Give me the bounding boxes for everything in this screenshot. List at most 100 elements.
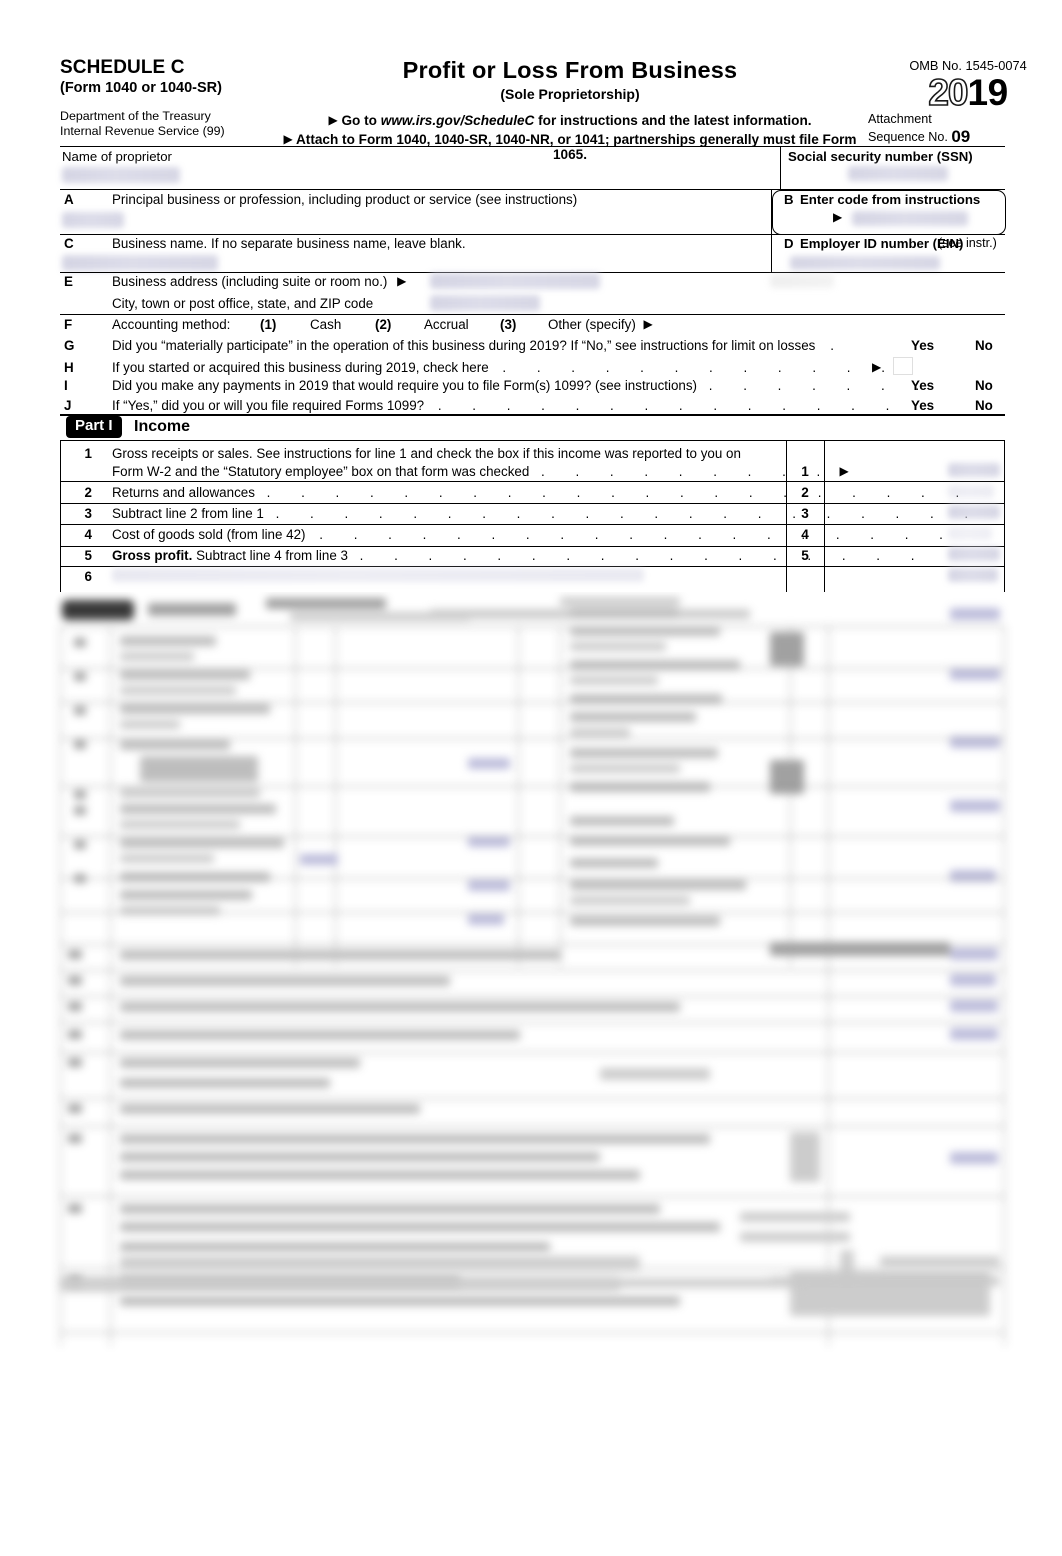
sequence-number: 09 (951, 127, 971, 147)
line-i-dot-leader: . . . . . . . (708, 378, 933, 393)
line-5-label: Subtract line 4 from line 3 (196, 548, 348, 563)
line-1-text-2-label: Form W-2 and the “Statutory employee” bo… (112, 464, 530, 479)
line-d-letter: D (784, 236, 794, 251)
sequence-label: Sequence No. (868, 130, 948, 145)
line-2-box-number: 2 (801, 485, 809, 500)
line-3-box-number: 3 (801, 506, 809, 521)
goto-prefix: Go to (341, 112, 377, 128)
line-f-text: Accounting method: (112, 317, 231, 332)
line-b-value-redacted[interactable] (852, 211, 968, 226)
line-i-no-label[interactable]: No (975, 378, 993, 393)
line-5-dot-leader: . . . . . . . . . . . . . . . . . (359, 548, 928, 563)
line-2-text: Returns and allowances . . . . . . . . .… (112, 485, 973, 500)
obscured-footer-content (0, 1190, 1062, 1360)
line-j-no-label[interactable]: No (975, 398, 993, 413)
line-f-option-3-text: Other (specify) (548, 317, 636, 332)
line-e-letter: E (64, 274, 73, 289)
line-g-yes-label[interactable]: Yes (911, 338, 934, 353)
line-e-text-label: Business address (including suite or roo… (112, 274, 388, 289)
line-f-option-2-label: Accrual (424, 317, 469, 332)
goto-suffix: for instructions and the latest informat… (538, 112, 812, 128)
line-6-text-redacted (112, 568, 644, 582)
line-c-value-redacted[interactable] (62, 255, 218, 271)
part-1-title: Income (134, 418, 191, 435)
line-d-value-redacted[interactable] (790, 256, 940, 270)
tax-year-digits: 19 (967, 72, 1009, 113)
line-g-dot-leader: . (819, 338, 842, 353)
line-h-question: If you started or acquired this business… (112, 360, 489, 375)
tax-year-century: 20 (928, 72, 970, 113)
line-4-value-redacted[interactable] (948, 527, 992, 540)
line-2-dot-leader: . . . . . . . . . . . . . . . . . . . . … (266, 485, 973, 500)
line-4-dot-leader: . . . . . . . . . . . . . . . . . . . (319, 527, 957, 542)
line-3-label: Subtract line 2 from line 1 (112, 506, 264, 521)
line-4-box-number: 4 (801, 527, 809, 542)
line-h-letter: H (64, 360, 74, 375)
line-5-value-redacted[interactable] (948, 547, 1000, 561)
line-e-address-redacted[interactable] (430, 273, 600, 289)
part-1-badge: Part I (66, 416, 122, 438)
proprietor-value-redacted[interactable] (62, 167, 180, 183)
schedule-name: SCHEDULE C (60, 57, 185, 78)
ssn-label: Social security number (SSN) (788, 149, 973, 164)
line-f-option-3-number: (3) (500, 317, 517, 332)
line-i-yes-label[interactable]: Yes (911, 378, 934, 393)
line-6-number: 6 (84, 569, 92, 584)
line-e-text: Business address (including suite or roo… (112, 274, 406, 289)
tax-year: 2019 (868, 72, 1062, 113)
line-1-text-2: Form W-2 and the “Statutory employee” bo… (112, 464, 849, 479)
line-5-box-number: 5 (801, 548, 809, 563)
line-i-text: Did you make any payments in 2019 that w… (112, 378, 933, 393)
line-6-value-redacted[interactable] (948, 568, 998, 582)
line-g-no-label[interactable]: No (975, 338, 993, 353)
line-e-city-redacted[interactable] (430, 295, 540, 311)
form-title: Profit or Loss From Business (402, 57, 738, 83)
line-i-letter: I (64, 378, 68, 393)
line-a-value-redacted[interactable] (62, 212, 124, 228)
line-1-number: 1 (84, 446, 92, 461)
line-a-text: Principal business or profession, includ… (112, 192, 578, 207)
form-subtitle: (Sole Proprietorship) (500, 85, 640, 102)
divider-line-2 (60, 503, 1005, 504)
line-f-option-1-number: (1) (260, 317, 277, 332)
line-c-text: Business name. If no separate business n… (112, 236, 466, 251)
divider-vertical-left-edge (60, 440, 61, 592)
line-3-text: Subtract line 2 from line 1 . . . . . . … (112, 506, 982, 521)
line-j-text: If “Yes,” did you or will you file requi… (112, 398, 903, 413)
line-a-letter: A (64, 192, 74, 207)
line-j-dot-leader: . . . . . . . . . . . . . . (437, 398, 903, 413)
divider-line-1 (60, 481, 1005, 482)
schedule-c-form-page: SCHEDULE C (Form 1040 or 1040-SR) Depart… (0, 0, 1062, 1556)
divider-line-5 (60, 566, 1005, 567)
form-header-right: OMB No. 1545-0074 2019 Attachment Sequen… (868, 58, 1062, 148)
department-line-1: Department of the Treasury (60, 109, 211, 124)
arrow-right-icon: ▶ (328, 112, 338, 127)
form-header: SCHEDULE C (Form 1040 or 1040-SR) Depart… (60, 57, 1027, 162)
irs-url[interactable]: www.irs.gov/ScheduleC (381, 113, 535, 128)
line-j-yes-label[interactable]: Yes (911, 398, 934, 413)
line-1-arrow-icon: ▶ (839, 464, 849, 478)
line-1-value-redacted[interactable] (948, 463, 1000, 477)
line-h-arrow-icon: ▶ (872, 360, 882, 374)
line-5-number: 5 (84, 548, 92, 563)
line-2-value-redacted[interactable] (948, 485, 994, 498)
obscured-footer-region (0, 1190, 1062, 1360)
line-3-number: 3 (84, 506, 92, 521)
line-4-text: Cost of goods sold (from line 42) . . . … (112, 527, 956, 542)
line-1-box-number: 1 (801, 464, 809, 479)
divider-row-a (60, 234, 1005, 235)
line-f-letter: F (64, 317, 73, 332)
divider-part1-top (60, 414, 1005, 416)
divider-header (60, 146, 1005, 147)
line-h-dot-leader: . . . . . . . . . . . . (502, 360, 899, 375)
line-1-dot-leader: . . . . . . . . . (541, 464, 834, 479)
divider-row-e (60, 314, 1005, 315)
line-4-label: Cost of goods sold (from line 42) (112, 527, 306, 542)
line-c-letter: C (64, 236, 74, 251)
line-3-value-redacted[interactable] (948, 505, 1000, 519)
line-2-label: Returns and allowances (112, 485, 255, 500)
line-e-right-redacted (770, 274, 834, 288)
ssn-value-redacted[interactable] (848, 166, 948, 181)
line-h-checkbox[interactable] (893, 357, 913, 375)
line-j-question: If “Yes,” did you or will you file requi… (112, 398, 425, 413)
